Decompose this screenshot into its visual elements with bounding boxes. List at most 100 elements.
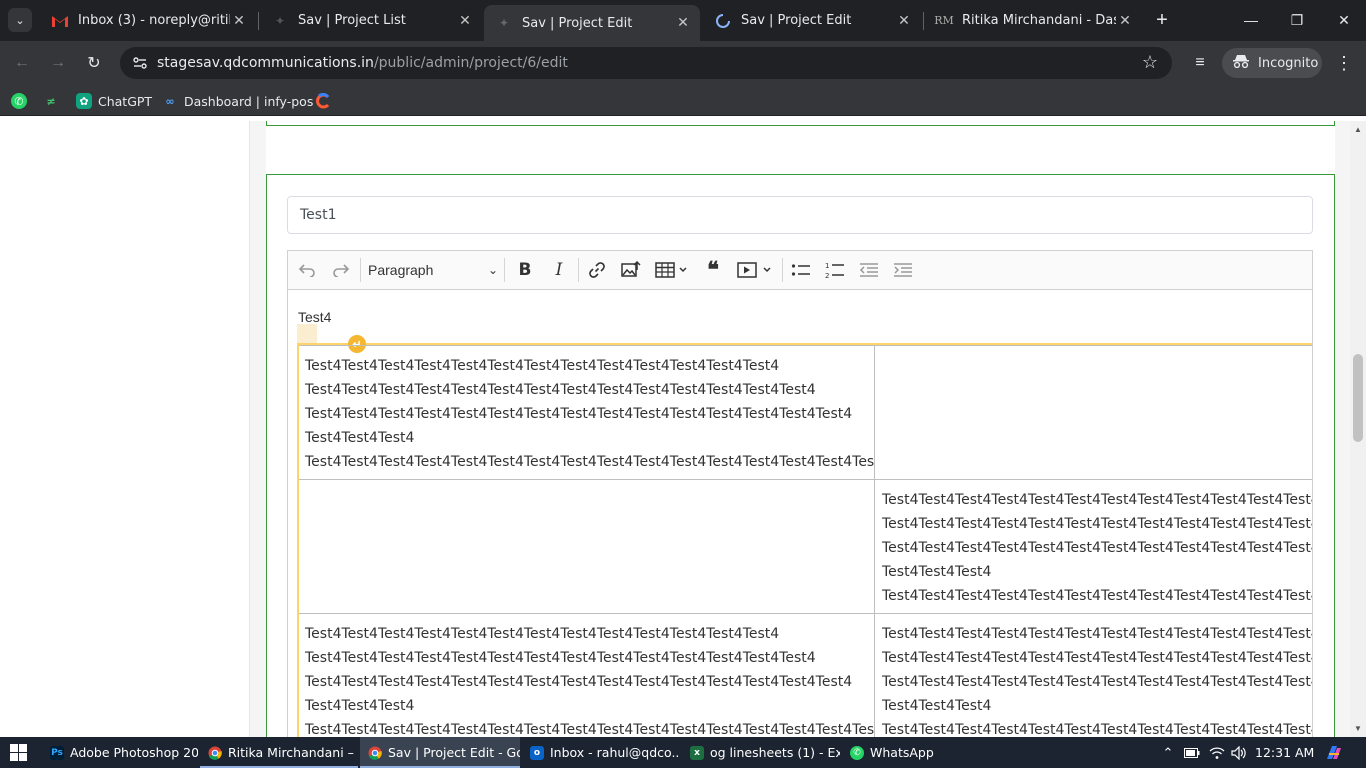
heading-dropdown[interactable]: Paragraph ⌄ bbox=[368, 259, 498, 281]
table-cell[interactable]: Test4Test4Test4Test4Test4Test4Test4Test4… bbox=[297, 613, 875, 737]
taskbar-label: Adobe Photoshop 2023 bbox=[70, 745, 198, 760]
tab-dashboard[interactable]: RM Ritika Mirchandani - Dashb ✕ bbox=[924, 5, 1142, 36]
back-icon[interactable]: ← bbox=[8, 49, 36, 77]
bulleted-list-icon[interactable] bbox=[790, 259, 812, 281]
cell-line: Test4Test4Test4Test4Test4Test4Test4Test4… bbox=[305, 626, 780, 642]
forward-icon[interactable]: → bbox=[44, 49, 72, 77]
bookmark-whatsapp[interactable]: ✆ bbox=[11, 91, 27, 111]
system-clock[interactable]: 12:31 AM bbox=[1255, 745, 1314, 760]
editor-toolbar: Paragraph ⌄ B I ❝ 1 2 bbox=[288, 251, 1312, 290]
scroll-up-icon[interactable]: ▲ bbox=[1354, 125, 1362, 134]
insert-image-icon[interactable] bbox=[620, 259, 642, 281]
table-cell[interactable]: Test4Test4Test4Test4Test4Test4Test4Test4… bbox=[297, 345, 875, 480]
rm-logo-icon: RM bbox=[934, 14, 954, 27]
editor-table: Test4Test4Test4 Test4Test4Test4 Test4Test4… bbox=[297, 345, 1312, 737]
more-menu-icon[interactable]: ⋮ bbox=[1334, 49, 1354, 77]
battery-icon[interactable] bbox=[1182, 737, 1202, 768]
whatsapp-icon: ✆ bbox=[850, 745, 864, 760]
close-tab-icon[interactable]: ✕ bbox=[895, 13, 913, 29]
taskbar-chrome-ritika[interactable]: Ritika Mirchandani – ... bbox=[200, 737, 358, 768]
page-scrollbar[interactable]: ▲ ▼ bbox=[1350, 121, 1366, 737]
editor-content[interactable]: Test4 ↵ Test4Test4Test4Test4Test4Test4Te… bbox=[288, 290, 1312, 737]
close-tab-icon[interactable]: ✕ bbox=[230, 13, 248, 29]
taskbar-whatsapp[interactable]: ✆ WhatsApp bbox=[842, 737, 942, 768]
section-spacer bbox=[266, 126, 1335, 174]
bookmark-chatgpt[interactable]: ✿ ChatGPT bbox=[76, 91, 152, 111]
url-text: stagesav.qdcommunications.in/public/admi… bbox=[157, 55, 568, 71]
cell-line: Test4Test4Test4Test4Test4Test4Test4Test4… bbox=[305, 650, 816, 666]
minimize-icon[interactable]: — bbox=[1236, 6, 1266, 34]
windows-start-icon[interactable] bbox=[10, 744, 27, 761]
bold-icon[interactable]: B bbox=[514, 259, 536, 281]
copilot-icon[interactable] bbox=[1322, 737, 1346, 768]
table-cell[interactable] bbox=[874, 345, 1312, 480]
close-tab-icon[interactable]: ✕ bbox=[456, 13, 474, 29]
close-tab-icon[interactable]: ✕ bbox=[674, 15, 692, 31]
bookmarks-bar: ✆ ≠ ✿ ChatGPT ∞ Dashboard | infy-pos bbox=[0, 85, 1366, 116]
reload-icon[interactable]: ↻ bbox=[80, 49, 108, 77]
cell-line: Test4Test4Test4Test4Test4Test4Test4Test4… bbox=[882, 588, 1312, 604]
taskbar-excel[interactable]: x og linesheets (1) - Excel bbox=[682, 737, 840, 768]
chevron-down-icon: ⌄ bbox=[487, 263, 498, 277]
redo-icon[interactable] bbox=[330, 259, 352, 281]
url-host: stagesav.qdcommunications.in bbox=[157, 55, 374, 71]
media-queue-icon[interactable]: ≡ bbox=[1186, 49, 1214, 77]
bookmark-infy-pos[interactable]: ∞ Dashboard | infy-pos bbox=[162, 91, 313, 111]
taskbar-photoshop[interactable]: Ps Adobe Photoshop 2023 bbox=[42, 737, 198, 768]
tab-project-edit-loading[interactable]: Sav | Project Edit ✕ bbox=[703, 5, 921, 36]
incognito-icon bbox=[1232, 54, 1250, 72]
address-bar[interactable]: stagesav.qdcommunications.in/public/admi… bbox=[120, 47, 1172, 79]
tab-search-chevron-icon[interactable]: ⌄ bbox=[8, 8, 32, 32]
cell-line: Test4Test4Test4 bbox=[882, 564, 992, 580]
insert-table-icon[interactable] bbox=[654, 259, 690, 281]
cell-line: Test4Test4Test4Test4Test4Test4Test4Test4… bbox=[305, 406, 853, 422]
blockquote-icon[interactable]: ❝ bbox=[702, 257, 724, 283]
tab-project-list[interactable]: ✦ Sav | Project List ✕ bbox=[260, 5, 482, 36]
undo-icon[interactable] bbox=[296, 259, 318, 281]
bookmark-label: Dashboard | infy-pos bbox=[184, 93, 314, 109]
block-title-input[interactable]: Test1 bbox=[287, 196, 1313, 234]
excel-icon: x bbox=[690, 745, 704, 760]
outlook-icon: o bbox=[530, 745, 544, 760]
incognito-label: Incognito bbox=[1258, 55, 1319, 71]
italic-icon[interactable]: I bbox=[548, 259, 570, 281]
table-cell[interactable]: Test4Test4Test4Test4Test4Test4Test4Test4… bbox=[874, 479, 1312, 614]
outdent-icon[interactable] bbox=[858, 259, 880, 281]
taskbar-label: WhatsApp bbox=[870, 745, 934, 760]
admin-sidebar bbox=[0, 121, 250, 737]
table-cell[interactable]: Test4Test4Test4Test4Test4Test4Test4Test4… bbox=[874, 613, 1312, 737]
restore-icon[interactable]: ❐ bbox=[1282, 6, 1312, 34]
indent-icon[interactable] bbox=[892, 259, 914, 281]
volume-icon[interactable] bbox=[1228, 737, 1250, 768]
scrollbar-thumb[interactable] bbox=[1353, 354, 1363, 442]
cell-line: Test4Test4Test4Test4Test4Test4Test4Test4… bbox=[305, 454, 875, 470]
show-hidden-icons-icon[interactable]: ⌃ bbox=[1158, 737, 1178, 768]
bookmark-c-logo[interactable] bbox=[315, 91, 331, 111]
cell-line: Test4Test4Test4 bbox=[305, 698, 415, 714]
incognito-badge[interactable]: Incognito bbox=[1222, 48, 1322, 78]
site-icon: ✦ bbox=[498, 16, 510, 30]
wifi-icon[interactable] bbox=[1206, 737, 1228, 768]
close-window-icon[interactable]: ✕ bbox=[1329, 6, 1359, 34]
chatgpt-icon: ✿ bbox=[76, 93, 92, 109]
svg-text:2: 2 bbox=[825, 272, 829, 279]
tab-project-edit-active[interactable]: ✦ Sav | Project Edit ✕ bbox=[484, 5, 700, 41]
cell-line: Test4Test4Test4Test4Test4Test4Test4Test4… bbox=[305, 382, 816, 398]
bookmark-stripe[interactable]: ≠ bbox=[43, 91, 59, 111]
svg-text:1: 1 bbox=[825, 262, 829, 270]
link-icon[interactable] bbox=[586, 259, 608, 281]
numbered-list-icon[interactable]: 12 bbox=[824, 259, 846, 281]
tab-inbox[interactable]: Inbox (3) - noreply@ritikam ✕ bbox=[40, 5, 256, 36]
scroll-down-icon[interactable]: ▼ bbox=[1354, 724, 1362, 733]
insert-media-icon[interactable] bbox=[736, 259, 774, 281]
editor-paragraph[interactable]: Test4 bbox=[298, 309, 331, 325]
table-widget-handle[interactable] bbox=[297, 324, 317, 344]
table-cell[interactable] bbox=[297, 479, 875, 614]
taskbar-outlook[interactable]: o Inbox - rahul@qdco... bbox=[522, 737, 680, 768]
close-tab-icon[interactable]: ✕ bbox=[1116, 13, 1134, 29]
taskbar-label: Inbox - rahul@qdco... bbox=[550, 745, 680, 760]
site-settings-icon[interactable] bbox=[132, 55, 148, 71]
new-tab-icon[interactable]: + bbox=[1150, 8, 1174, 32]
taskbar-chrome-project-edit[interactable]: Sav | Project Edit - Go... bbox=[360, 737, 520, 768]
bookmark-star-icon[interactable]: ☆ bbox=[1142, 52, 1158, 73]
